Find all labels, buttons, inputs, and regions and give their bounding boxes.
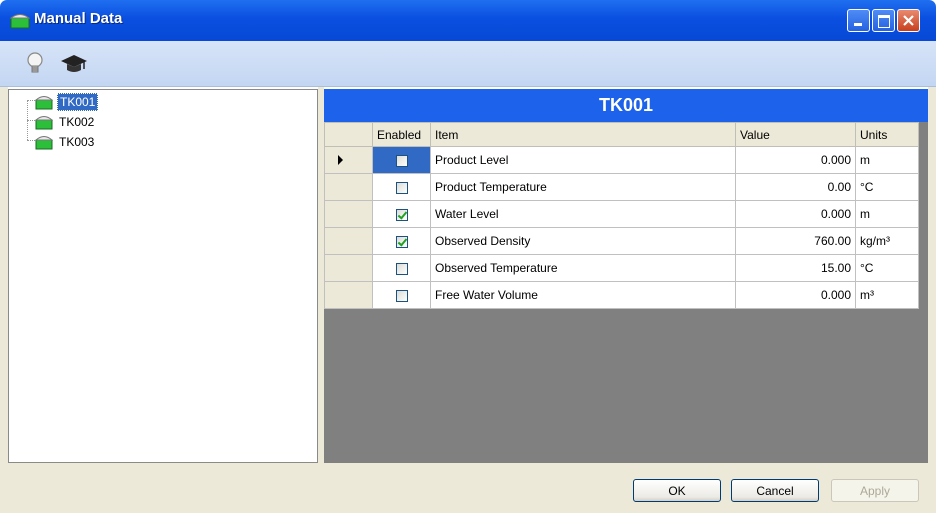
enabled-checkbox[interactable] — [395, 262, 408, 275]
tree-connector — [27, 120, 35, 121]
data-grid-area: Enabled Item Value Units Product Level 0… — [324, 122, 928, 463]
item-cell: Product Level — [430, 146, 736, 174]
close-icon — [903, 15, 914, 26]
item-cell: Water Level — [430, 200, 736, 228]
enabled-checkbox[interactable] — [395, 235, 408, 248]
units-cell: m — [855, 200, 919, 228]
table-row[interactable]: Product Level 0.000 m — [324, 146, 919, 174]
enabled-cell[interactable] — [372, 146, 431, 174]
value-cell[interactable]: 0.00 — [735, 173, 856, 201]
table-row[interactable]: Product Temperature 0.00 °C — [324, 173, 919, 201]
item-cell: Observed Density — [430, 227, 736, 255]
row-header[interactable] — [324, 146, 373, 174]
tree-connector — [27, 140, 35, 141]
window-frame-left — [0, 87, 8, 513]
value-cell[interactable]: 0.000 — [735, 146, 856, 174]
tree-item-tk003[interactable]: TK003 — [35, 132, 96, 151]
row-header-corner — [324, 122, 373, 147]
apply-button[interactable]: Apply — [831, 479, 919, 502]
value-cell[interactable]: 0.000 — [735, 200, 856, 228]
maximize-icon — [878, 15, 890, 28]
enabled-checkbox[interactable] — [395, 181, 408, 194]
window-frame-right — [928, 87, 936, 513]
table-row[interactable]: Free Water Volume 0.000 m³ — [324, 281, 919, 309]
column-header-item[interactable]: Item — [430, 122, 736, 147]
table-row[interactable]: Observed Temperature 15.00 °C — [324, 254, 919, 282]
row-header[interactable] — [324, 227, 373, 255]
ok-button[interactable]: OK — [633, 479, 721, 502]
tank-icon — [35, 135, 53, 149]
cancel-button[interactable]: Cancel — [731, 479, 819, 502]
units-cell: °C — [855, 173, 919, 201]
enabled-cell[interactable] — [372, 254, 431, 282]
column-header-units[interactable]: Units — [855, 122, 919, 147]
title-bar[interactable]: Manual Data — [0, 0, 936, 41]
table-row[interactable]: Observed Density 760.00 kg/m³ — [324, 227, 919, 255]
column-header-enabled[interactable]: Enabled — [372, 122, 431, 147]
tank-icon — [35, 95, 53, 109]
graduation-cap-icon[interactable] — [60, 50, 88, 78]
enabled-cell[interactable] — [372, 200, 431, 228]
tank-tree[interactable]: TK001 TK002 TK003 — [8, 89, 318, 463]
window-title: Manual Data — [34, 10, 123, 27]
row-header[interactable] — [324, 254, 373, 282]
item-cell: Observed Temperature — [430, 254, 736, 282]
panel-title: TK001 — [324, 89, 928, 122]
toolbar — [0, 41, 936, 87]
manual-data-grid: Enabled Item Value Units Product Level 0… — [324, 122, 919, 309]
minimize-button[interactable] — [847, 9, 870, 32]
units-cell: °C — [855, 254, 919, 282]
units-cell: m³ — [855, 281, 919, 309]
current-row-indicator-icon — [338, 155, 343, 165]
enabled-cell[interactable] — [372, 173, 431, 201]
column-header-value[interactable]: Value — [735, 122, 856, 147]
tank-icon — [10, 14, 30, 29]
maximize-button[interactable] — [872, 9, 895, 32]
minimize-icon — [854, 23, 862, 26]
item-cell: Product Temperature — [430, 173, 736, 201]
tank-icon — [35, 115, 53, 129]
value-cell[interactable]: 15.00 — [735, 254, 856, 282]
tree-item-label: TK002 — [59, 114, 95, 129]
value-cell[interactable]: 760.00 — [735, 227, 856, 255]
close-button[interactable] — [897, 9, 920, 32]
enabled-checkbox[interactable] — [395, 154, 408, 167]
row-header[interactable] — [324, 281, 373, 309]
enabled-checkbox[interactable] — [395, 289, 408, 302]
item-cell: Free Water Volume — [430, 281, 736, 309]
tree-item-tk001[interactable]: TK001 — [35, 92, 99, 111]
units-cell: kg/m³ — [855, 227, 919, 255]
lightbulb-icon[interactable] — [22, 50, 50, 78]
row-header[interactable] — [324, 173, 373, 201]
tree-item-label: TK003 — [59, 134, 95, 149]
enabled-cell[interactable] — [372, 281, 431, 309]
table-row[interactable]: Water Level 0.000 m — [324, 200, 919, 228]
value-cell[interactable]: 0.000 — [735, 281, 856, 309]
row-header[interactable] — [324, 200, 373, 228]
enabled-checkbox[interactable] — [395, 208, 408, 221]
tree-item-label: TK001 — [57, 92, 99, 111]
tree-connector — [27, 100, 35, 101]
tree-item-tk002[interactable]: TK002 — [35, 112, 96, 131]
enabled-cell[interactable] — [372, 227, 431, 255]
units-cell: m — [855, 146, 919, 174]
